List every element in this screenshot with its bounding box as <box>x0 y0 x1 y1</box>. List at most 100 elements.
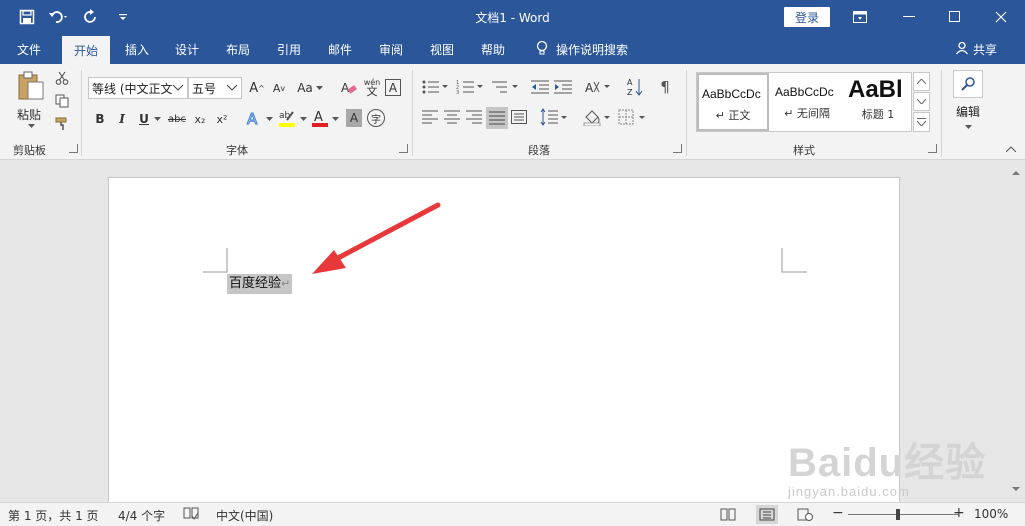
scroll-down-icon[interactable] <box>1007 482 1025 496</box>
zoom-out-icon[interactable]: − <box>832 505 844 521</box>
grow-font-icon[interactable]: A ^ <box>248 78 266 98</box>
copy-icon[interactable] <box>54 93 70 109</box>
distributed-icon[interactable] <box>509 108 529 126</box>
style-heading-1[interactable]: AaBl 标题 1 <box>845 73 911 131</box>
cut-icon[interactable] <box>54 70 70 86</box>
underline-dropdown-icon[interactable] <box>152 110 162 128</box>
change-case-button[interactable]: Aa <box>296 78 324 98</box>
zoom-slider-thumb[interactable] <box>896 509 900 520</box>
paste-icon[interactable] <box>16 70 46 102</box>
styles-scroll-up-icon[interactable] <box>913 72 930 91</box>
character-border-button[interactable]: A <box>385 79 401 96</box>
highlight-dropdown-icon[interactable] <box>298 110 308 128</box>
ribbon-display-options-icon[interactable] <box>837 0 883 34</box>
styles-launcher-icon[interactable] <box>928 144 937 153</box>
close-icon[interactable] <box>978 0 1024 34</box>
sign-in-button[interactable]: 登录 <box>784 7 830 27</box>
tab-help[interactable]: 帮助 <box>470 34 516 64</box>
shrink-font-icon[interactable]: Av <box>270 78 288 98</box>
tab-file[interactable]: 文件 <box>6 34 52 64</box>
paste-dropdown-icon[interactable] <box>26 122 36 130</box>
chevron-down-icon <box>172 84 184 91</box>
clear-formatting-icon[interactable]: A <box>340 78 358 98</box>
format-painter-icon[interactable] <box>54 116 70 132</box>
style-no-spacing-preview: AaBbCcDc <box>775 85 834 99</box>
tell-me-search[interactable]: 操作说明搜索 <box>536 34 628 64</box>
phonetic-guide-button[interactable]: wén 文 <box>362 76 382 98</box>
highlight-icon[interactable]: ab <box>276 108 298 128</box>
vertical-scrollbar[interactable] <box>1007 160 1025 502</box>
zoom-slider[interactable] <box>848 514 958 515</box>
group-separator <box>412 70 413 156</box>
tab-review[interactable]: 审阅 <box>368 34 414 64</box>
align-center-icon[interactable] <box>443 108 461 126</box>
web-layout-icon[interactable] <box>794 505 816 524</box>
editing-button[interactable]: 编辑 <box>950 70 986 132</box>
bullets-icon[interactable] <box>420 77 450 97</box>
character-shading-button[interactable]: A <box>346 109 362 127</box>
style-normal-name: ↵ 正文 <box>715 109 751 122</box>
clipboard-launcher-icon[interactable] <box>69 144 78 153</box>
sort-icon[interactable]: AZ <box>626 76 646 98</box>
chinese-layout-icon[interactable]: A <box>584 77 614 97</box>
line-spacing-icon[interactable] <box>539 107 569 127</box>
ribbon: 粘贴 剪贴板 等线 (中文正文 五号 A ^ Av Aa A wén 文 A B … <box>0 64 1025 160</box>
tab-view[interactable]: 视图 <box>419 34 465 64</box>
tab-layout[interactable]: 布局 <box>215 34 261 64</box>
align-right-icon[interactable] <box>465 108 483 126</box>
redo-icon[interactable] <box>78 6 104 28</box>
tab-mailings[interactable]: 邮件 <box>317 34 363 64</box>
style-normal[interactable]: AaBbCcDc ↵ 正文 <box>697 73 769 131</box>
shading-icon[interactable] <box>582 107 612 127</box>
text-effects-icon[interactable]: A <box>244 108 264 128</box>
tab-insert[interactable]: 插入 <box>114 34 160 64</box>
numbering-icon[interactable]: 123 <box>455 77 485 97</box>
language-indicator[interactable]: 中文(中国) <box>216 507 273 524</box>
strikethrough-button[interactable]: abc <box>166 110 188 128</box>
styles-more-icon[interactable] <box>913 112 930 132</box>
bold-button[interactable]: B <box>92 110 108 128</box>
font-color-icon[interactable]: A <box>310 108 330 128</box>
styles-scroll-down-icon[interactable] <box>913 92 930 111</box>
maximize-icon[interactable] <box>932 0 978 34</box>
save-icon[interactable] <box>14 6 40 28</box>
collapse-ribbon-icon[interactable] <box>1003 142 1019 156</box>
print-layout-icon[interactable] <box>756 505 778 524</box>
superscript-button[interactable]: x² <box>214 110 230 128</box>
tab-design[interactable]: 设计 <box>164 34 210 64</box>
paragraph-launcher-icon[interactable] <box>673 144 682 153</box>
undo-icon[interactable] <box>46 6 72 28</box>
page-count[interactable]: 第 1 页，共 1 页 <box>8 507 99 524</box>
enclose-characters-button[interactable]: 字 <box>367 109 385 127</box>
zoom-level[interactable]: 100% <box>974 507 1008 521</box>
text-effects-dropdown-icon[interactable] <box>264 110 274 128</box>
style-no-spacing[interactable]: AaBbCcDc ↵ 无间隔 <box>771 73 843 131</box>
subscript-button[interactable]: x₂ <box>192 110 208 128</box>
justify-icon[interactable] <box>486 107 508 129</box>
tab-references[interactable]: 引用 <box>266 34 312 64</box>
italic-button[interactable]: I <box>114 110 130 128</box>
tab-home[interactable]: 开始 <box>62 36 110 64</box>
editing-dropdown-icon <box>964 125 972 129</box>
zoom-in-icon[interactable]: + <box>953 505 965 521</box>
scroll-up-icon[interactable] <box>1007 166 1025 180</box>
minimize-icon[interactable] <box>886 0 932 34</box>
customize-icon[interactable] <box>110 6 136 28</box>
font-color-dropdown-icon[interactable] <box>330 110 340 128</box>
read-mode-icon[interactable] <box>717 505 739 524</box>
decrease-indent-icon[interactable] <box>530 77 550 97</box>
align-left-icon[interactable] <box>421 108 439 126</box>
increase-indent-icon[interactable] <box>553 77 573 97</box>
show-hide-marks-icon[interactable]: ¶ <box>656 76 674 98</box>
multilevel-list-icon[interactable] <box>490 77 520 97</box>
font-launcher-icon[interactable] <box>399 144 408 153</box>
font-size-dropdown[interactable]: 五号 <box>188 77 242 99</box>
word-count[interactable]: 4/4 个字 <box>118 507 165 524</box>
font-name-dropdown[interactable]: 等线 (中文正文 <box>88 77 188 99</box>
share-button[interactable]: 共享 <box>955 34 997 64</box>
borders-icon[interactable] <box>617 107 647 127</box>
baidu-watermark: Baidu经验 jingyan.baidu.com <box>788 430 986 499</box>
paste-label[interactable]: 粘贴 <box>17 106 41 123</box>
proofing-icon[interactable] <box>183 506 199 524</box>
underline-button[interactable]: U <box>136 110 152 128</box>
